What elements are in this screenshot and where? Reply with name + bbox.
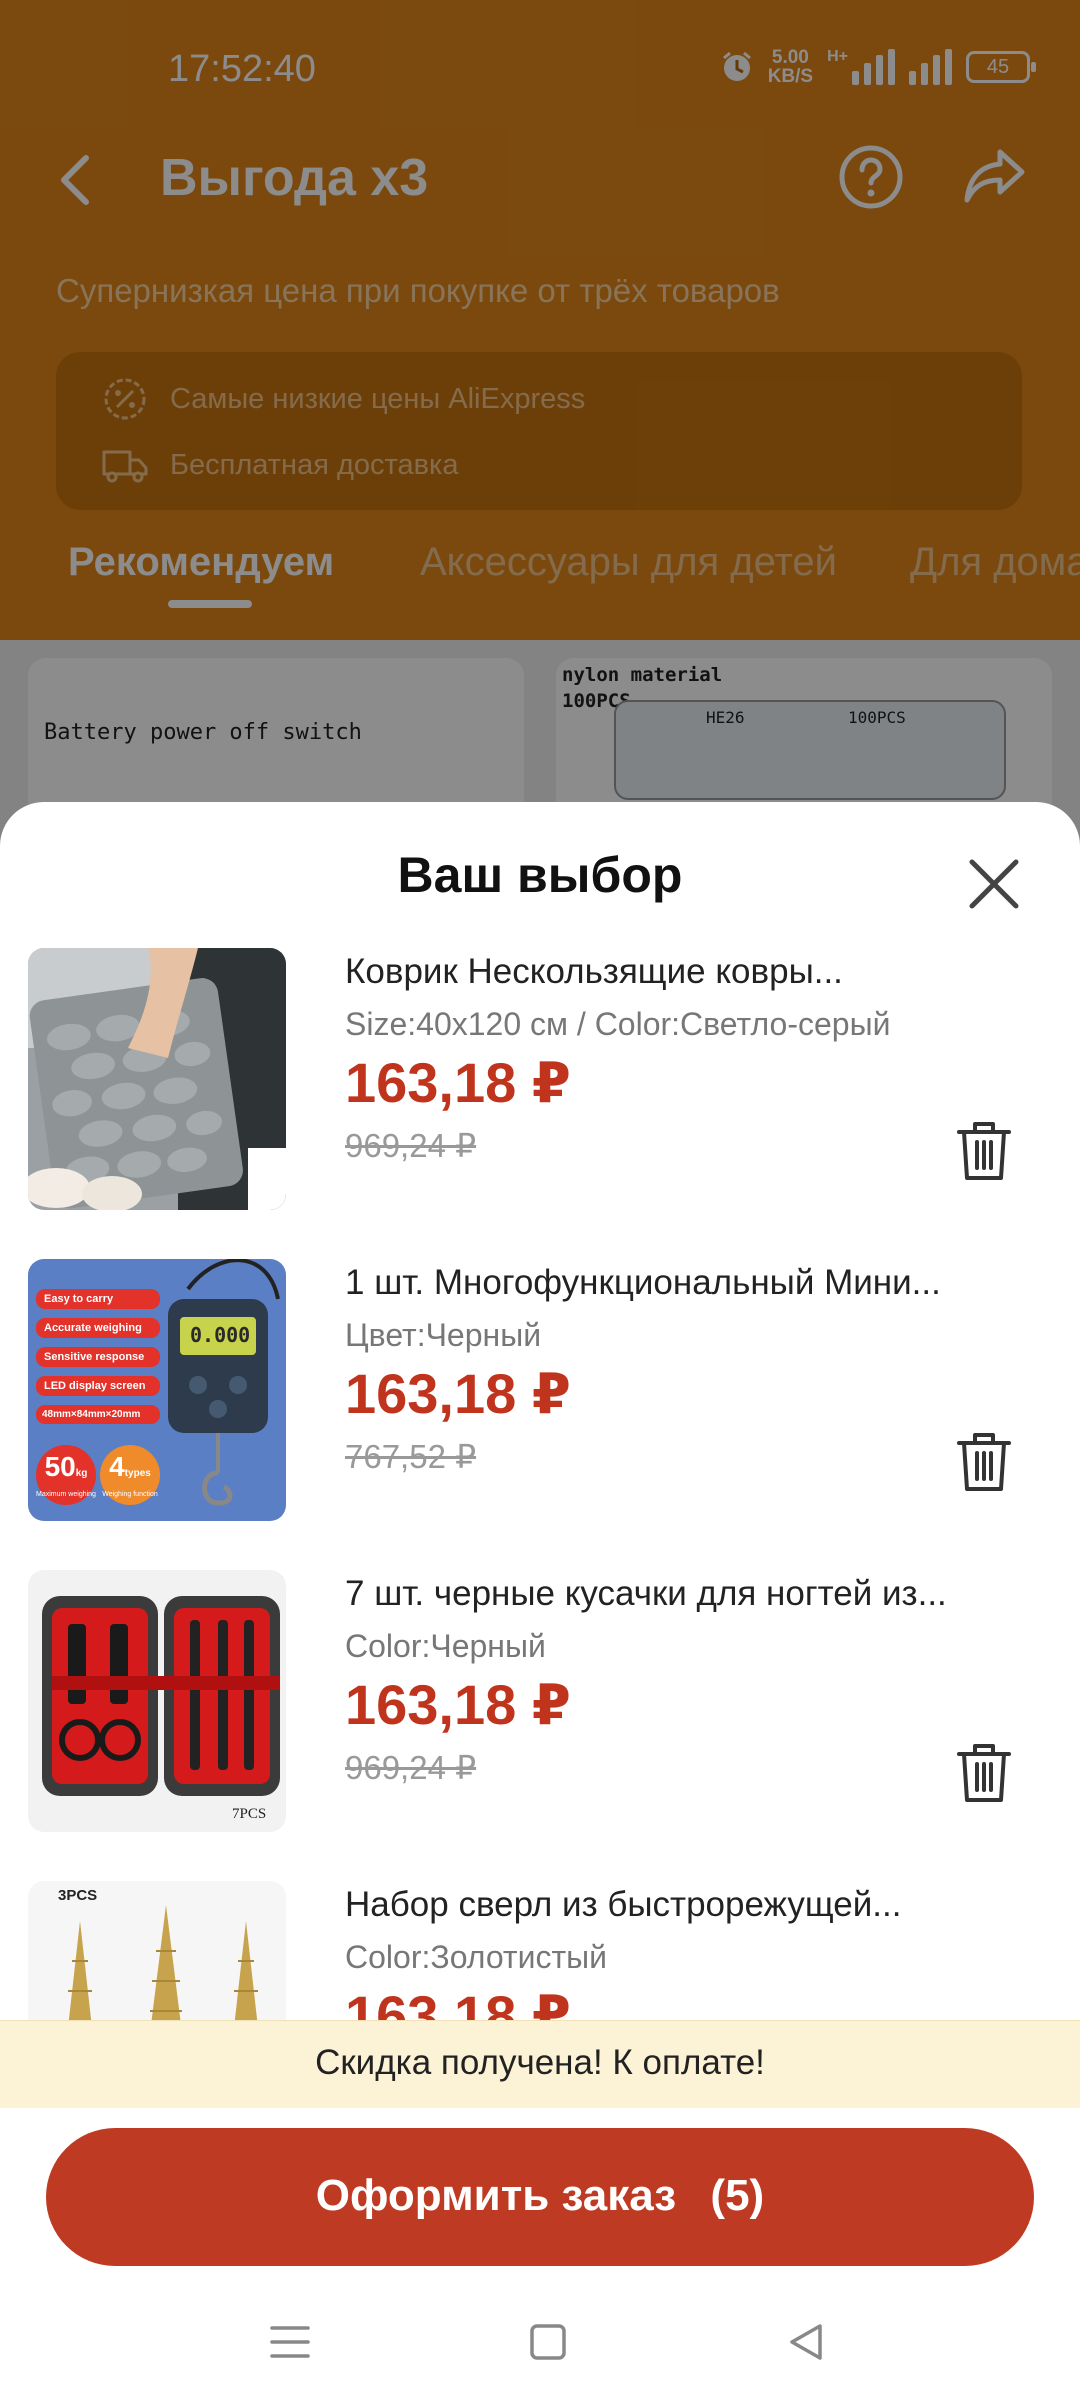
selection-sheet: Ваш выбор Коврик Нескользящие ковры... S…: [0, 802, 1080, 2400]
system-nav-bar: [0, 2282, 1080, 2400]
checkout-button[interactable]: Оформить заказ (5): [46, 2128, 1034, 2266]
image-label: 48mm×84mm×20mm: [36, 1405, 160, 1424]
trash-icon[interactable]: [955, 1742, 1013, 1804]
item-variant[interactable]: Size:40x120 см / Color:Светло-серый: [345, 1006, 890, 1043]
discount-banner: Скидка получена! К оплате!: [0, 2020, 1080, 2108]
item-old-price: 969,24 ₽: [345, 1749, 477, 1786]
item-price: 163,18 ₽: [345, 1673, 571, 1736]
image-label: Sensitive response: [36, 1347, 160, 1367]
product-image[interactable]: 7PCS: [28, 1570, 286, 1832]
item-variant[interactable]: Color:Черный: [345, 1628, 546, 1665]
product-image[interactable]: [28, 948, 286, 1210]
cart-items-list[interactable]: Коврик Нескользящие ковры... Size:40x120…: [0, 942, 1080, 2020]
list-item[interactable]: 7PCS 7 шт. черные кусачки для ногтей из.…: [0, 1564, 1080, 1854]
back-icon[interactable]: [782, 2320, 830, 2364]
product-image[interactable]: Easy to carry Accurate weighing Sensitiv…: [28, 1259, 286, 1521]
item-price: 163,18 ₽: [345, 1051, 571, 1114]
list-item[interactable]: Easy to carry Accurate weighing Sensitiv…: [0, 1253, 1080, 1543]
list-item[interactable]: Коврик Нескользящие ковры... Size:40x120…: [0, 942, 1080, 1232]
checkout-item-count: (5): [710, 2171, 765, 2220]
item-price: 163,18 ₽: [345, 1362, 571, 1425]
image-label: Easy to carry: [36, 1289, 160, 1309]
item-price: 163,18 ₽: [345, 1984, 571, 2020]
image-badge: 4types Weighing function: [100, 1445, 160, 1505]
image-caption: 3PCS: [58, 1887, 98, 1904]
home-icon[interactable]: [524, 2320, 572, 2364]
trash-icon[interactable]: [955, 1431, 1013, 1493]
item-title[interactable]: 1 шт. Многофункциональный Мини...: [345, 1263, 995, 1303]
item-title[interactable]: Набор сверл из быстрорежущей...: [345, 1885, 995, 1925]
image-label: LED display screen: [36, 1376, 160, 1396]
image-screen-text: 0.000: [190, 1323, 251, 1347]
image-label: Accurate weighing: [36, 1318, 160, 1338]
item-old-price: 767,52 ₽: [345, 1438, 477, 1475]
checkout-button-label: Оформить заказ: [315, 2171, 677, 2220]
menu-icon[interactable]: [266, 2320, 314, 2364]
sheet-title: Ваш выбор: [397, 847, 683, 903]
trash-icon[interactable]: [955, 1120, 1013, 1182]
product-image-labels: Easy to carry Accurate weighing Sensitiv…: [36, 1289, 160, 1424]
item-title[interactable]: 7 шт. черные кусачки для ногтей из...: [345, 1574, 995, 1614]
item-title[interactable]: Коврик Нескользящие ковры...: [345, 952, 995, 992]
item-variant[interactable]: Цвет:Черный: [345, 1317, 541, 1354]
item-variant[interactable]: Color:Золотистый: [345, 1939, 607, 1976]
product-image[interactable]: 3PCS: [28, 1881, 286, 2020]
close-icon[interactable]: [962, 852, 1026, 916]
list-item[interactable]: 3PCS Набор сверл из быстрорежущей... Col…: [0, 1875, 1080, 2020]
image-badge: 50kg Maximum weighing: [36, 1445, 96, 1505]
image-caption: 7PCS: [232, 1806, 267, 1822]
item-old-price: 969,24 ₽: [345, 1127, 477, 1164]
